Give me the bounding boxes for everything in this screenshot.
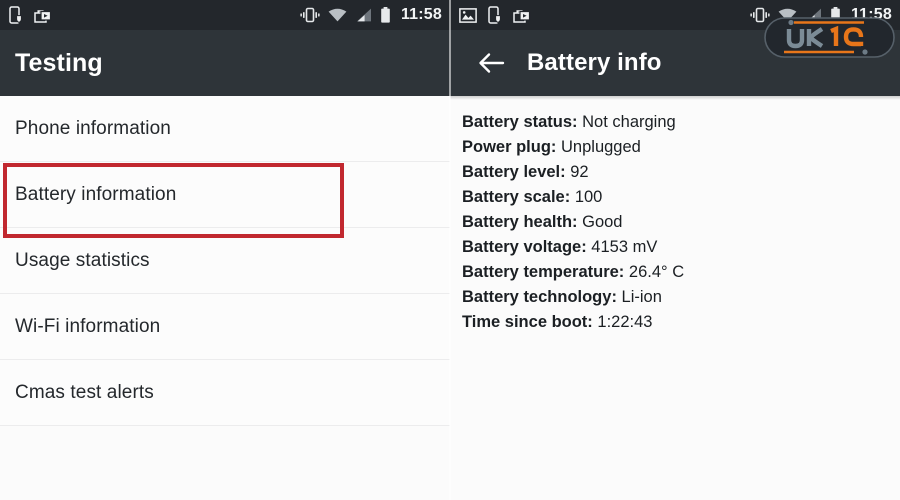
list-item-battery-information[interactable]: Battery information	[0, 162, 450, 228]
list-item-wifi-information[interactable]: Wi-Fi information	[0, 294, 450, 360]
info-value: 26.4° C	[628, 263, 685, 281]
info-row-battery-health: Battery health: Good	[462, 210, 900, 235]
status-system-icons: 11:58	[300, 6, 442, 24]
info-label: Battery health:	[462, 213, 578, 231]
info-label: Battery level:	[462, 163, 566, 181]
list-item-label: Phone information	[15, 117, 171, 139]
wifi-icon	[328, 8, 347, 22]
info-row-battery-scale: Battery scale: 100	[462, 185, 900, 210]
image-icon	[459, 7, 477, 23]
info-row-battery-voltage: Battery voltage: 4153 mV	[462, 235, 900, 260]
arrow-left-icon[interactable]	[476, 48, 506, 78]
list-item-cmas-test-alerts[interactable]: Cmas test alerts	[0, 360, 450, 426]
screenshot-root: 11:58 Testing Phone information Battery …	[0, 0, 900, 500]
info-row-time-since-boot: Time since boot: 1:22:43	[462, 310, 900, 335]
battery-icon	[381, 7, 390, 23]
right-phone-screen: 11:58 Battery info Battery status: Not c…	[450, 0, 900, 500]
info-value: Not charging	[582, 113, 676, 131]
info-row-battery-status: Battery status: Not charging	[462, 110, 900, 135]
camera-bag-icon	[34, 9, 52, 23]
testing-menu-list: Phone information Battery information Us…	[0, 96, 450, 426]
info-row-power-plug: Power plug: Unplugged	[462, 135, 900, 160]
watermark-logo	[764, 17, 895, 58]
page-title: Testing	[15, 48, 103, 77]
status-clock: 11:58	[400, 6, 442, 23]
list-item-phone-information[interactable]: Phone information	[0, 96, 450, 162]
info-value: 100	[574, 188, 603, 206]
list-item-label: Cmas test alerts	[15, 381, 154, 403]
list-item-label: Usage statistics	[15, 249, 150, 271]
status-notification-icons	[9, 6, 52, 24]
info-label: Battery temperature:	[462, 263, 625, 281]
status-notification-icons	[459, 6, 531, 24]
phone-shield-icon	[488, 6, 501, 24]
vibrate-icon	[300, 7, 320, 23]
info-label: Battery status:	[462, 113, 578, 131]
left-app-bar: Testing	[0, 30, 450, 96]
phone-shield-icon	[9, 6, 22, 24]
list-item-usage-statistics[interactable]: Usage statistics	[0, 228, 450, 294]
info-label: Battery voltage:	[462, 238, 587, 256]
left-phone-screen: 11:58 Testing Phone information Battery …	[0, 0, 450, 500]
info-row-battery-temperature: Battery temperature: 26.4° C	[462, 260, 900, 285]
info-row-battery-level: Battery level: 92	[462, 160, 900, 185]
info-value: Li-ion	[621, 288, 662, 306]
info-value: 92	[570, 163, 589, 181]
info-row-battery-technology: Battery technology: Li-ion	[462, 285, 900, 310]
info-label: Time since boot:	[462, 313, 593, 331]
info-label: Battery technology:	[462, 288, 617, 306]
info-label: Battery scale:	[462, 188, 571, 206]
info-label: Power plug:	[462, 138, 557, 156]
list-item-label: Battery information	[15, 183, 177, 205]
info-value: Good	[582, 213, 623, 231]
left-status-bar: 11:58	[0, 0, 450, 30]
info-value: 4153 mV	[591, 238, 658, 256]
list-item-label: Wi-Fi information	[15, 315, 161, 337]
page-title: Battery info	[527, 49, 662, 76]
camera-bag-icon	[513, 9, 531, 23]
signal-icon	[356, 8, 371, 22]
info-value: 1:22:43	[597, 313, 653, 331]
battery-info-list: Battery status: Not charging Power plug:…	[450, 96, 900, 335]
info-value: Unplugged	[561, 138, 641, 156]
